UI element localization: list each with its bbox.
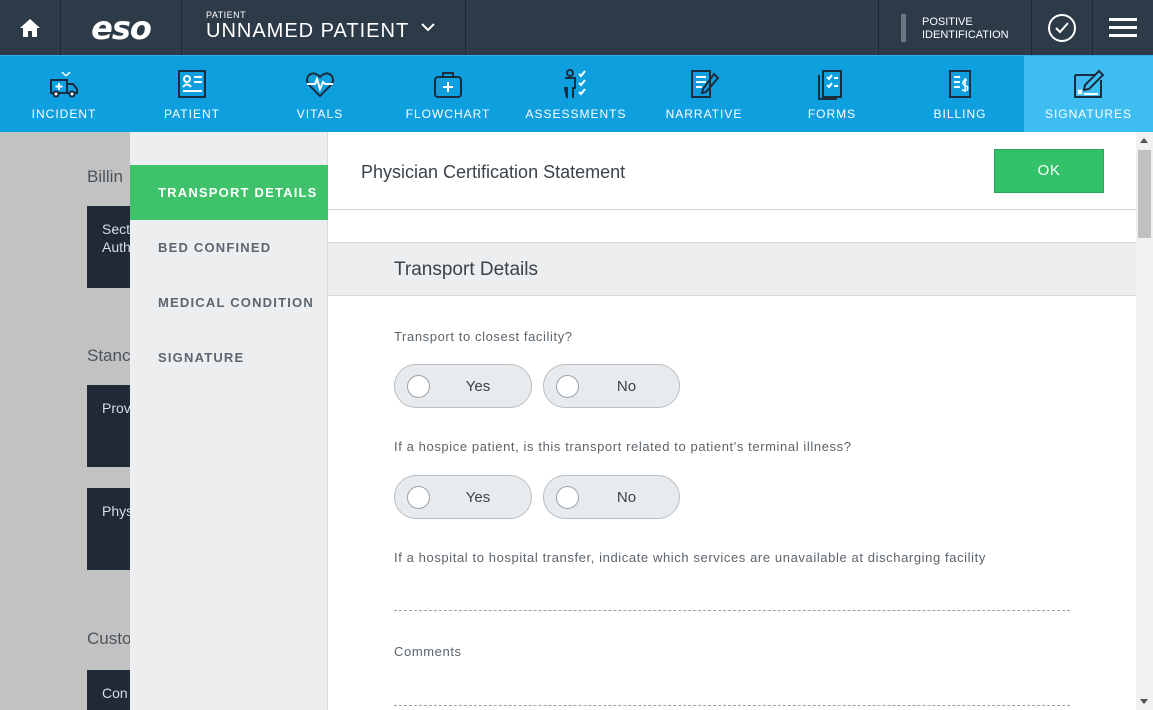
hospice-yes-option[interactable]: Yes: [394, 475, 532, 519]
scroll-up-arrow-icon[interactable]: [1140, 138, 1148, 143]
tab-assessments[interactable]: ASSESSMENTS: [512, 56, 640, 132]
assessment-icon: [563, 69, 586, 99]
tab-label: INCIDENT: [31, 107, 97, 121]
scroll-down-arrow-icon[interactable]: [1140, 699, 1148, 704]
sidebar-item-bed-confined[interactable]: BED CONFINED: [130, 220, 328, 275]
tab-signatures[interactable]: SIGNATURES: [1024, 56, 1153, 132]
vertical-scrollbar[interactable]: [1136, 132, 1153, 710]
forms-icon: [818, 70, 842, 100]
tab-label: BILLING: [933, 107, 987, 121]
hamburger-menu-icon: [1109, 17, 1137, 37]
closest-facility-yes-option[interactable]: Yes: [394, 364, 532, 408]
medical-bag-icon: [434, 72, 462, 98]
tab-label: VITALS: [296, 107, 344, 121]
sidebar-item-signature[interactable]: SIGNATURE: [130, 330, 328, 385]
tab-label: SIGNATURES: [1044, 107, 1133, 121]
hospice-no-option[interactable]: No: [543, 475, 680, 519]
section-nav: INCIDENT PATIENT VITALS FLOWCHART ASSESS…: [0, 55, 1153, 132]
comments-label: Comments: [394, 644, 462, 659]
positive-identification-label: POSITIVE IDENTIFICATION: [922, 16, 1009, 41]
tab-label: NARRATIVE: [665, 107, 743, 121]
section-header: Transport Details: [328, 242, 1136, 296]
patient-name: UNNAMED PATIENT: [206, 20, 410, 42]
pcs-section-sidebar: TRANSPORT DETAILS BED CONFINED MEDICAL C…: [130, 132, 328, 710]
closest-facility-no-option[interactable]: No: [543, 364, 680, 408]
option-label: No: [616, 489, 637, 506]
top-bar: eso PATIENT UNNAMED PATIENT POSITIVE IDE…: [0, 0, 1153, 55]
background-heading: Custo: [87, 629, 132, 648]
tab-vitals[interactable]: VITALS: [256, 56, 384, 132]
background-heading: Billin: [87, 167, 123, 186]
patient-card-icon: [178, 70, 206, 98]
option-label: No: [616, 378, 637, 395]
comments-input[interactable]: [394, 705, 1070, 706]
patient-selector[interactable]: PATIENT UNNAMED PATIENT: [182, 0, 465, 55]
tab-label: FLOWCHART: [405, 107, 491, 121]
chevron-down-icon: [421, 23, 435, 32]
pcs-form-panel: Physician Certification Statement OK Tra…: [328, 132, 1136, 710]
option-label: Yes: [465, 489, 491, 506]
signature-icon: [1074, 69, 1104, 98]
complete-button[interactable]: [1032, 0, 1092, 55]
option-label: Yes: [465, 378, 491, 395]
hospital-transfer-input[interactable]: [394, 610, 1070, 611]
home-button[interactable]: [0, 0, 60, 55]
billing-icon: [949, 70, 971, 98]
heart-pulse-icon: [306, 72, 334, 98]
home-icon: [20, 18, 40, 37]
patient-caption: PATIENT: [206, 10, 247, 20]
hospital-transfer-label: If a hospital to hospital transfer, indi…: [394, 550, 986, 565]
tab-patient[interactable]: PATIENT: [128, 56, 256, 132]
tab-label: PATIENT: [164, 107, 220, 121]
tab-label: FORMS: [807, 107, 857, 121]
question-hospice-label: If a hospice patient, is this transport …: [394, 439, 852, 454]
tab-incident[interactable]: INCIDENT: [0, 56, 128, 132]
menu-button[interactable]: [1093, 0, 1153, 55]
sidebar-item-medical-condition[interactable]: MEDICAL CONDITION: [130, 275, 328, 330]
ok-button[interactable]: OK: [994, 149, 1104, 193]
checkmark-circle-icon: [1048, 13, 1076, 42]
sidebar-item-transport-details[interactable]: TRANSPORT DETAILS: [130, 165, 328, 220]
eso-logo: eso: [91, 8, 152, 47]
tab-billing[interactable]: BILLING: [896, 56, 1024, 132]
modal-header: Physician Certification Statement OK: [328, 132, 1136, 210]
tab-label: ASSESSMENTS: [525, 107, 627, 121]
modal-title: Physician Certification Statement: [361, 162, 626, 182]
narrative-icon: [691, 70, 720, 98]
question-closest-facility-label: Transport to closest facility?: [394, 329, 573, 344]
scroll-thumb[interactable]: [1138, 150, 1151, 238]
status-indicator: [901, 14, 906, 42]
section-title: Transport Details: [394, 259, 538, 280]
tab-flowchart[interactable]: FLOWCHART: [384, 56, 512, 132]
tab-forms[interactable]: FORMS: [768, 56, 896, 132]
background-heading: Stanc: [87, 346, 131, 365]
positive-identification-button[interactable]: POSITIVE IDENTIFICATION: [879, 0, 1031, 55]
tab-narrative[interactable]: NARRATIVE: [640, 56, 768, 132]
ambulance-icon: [50, 71, 78, 98]
